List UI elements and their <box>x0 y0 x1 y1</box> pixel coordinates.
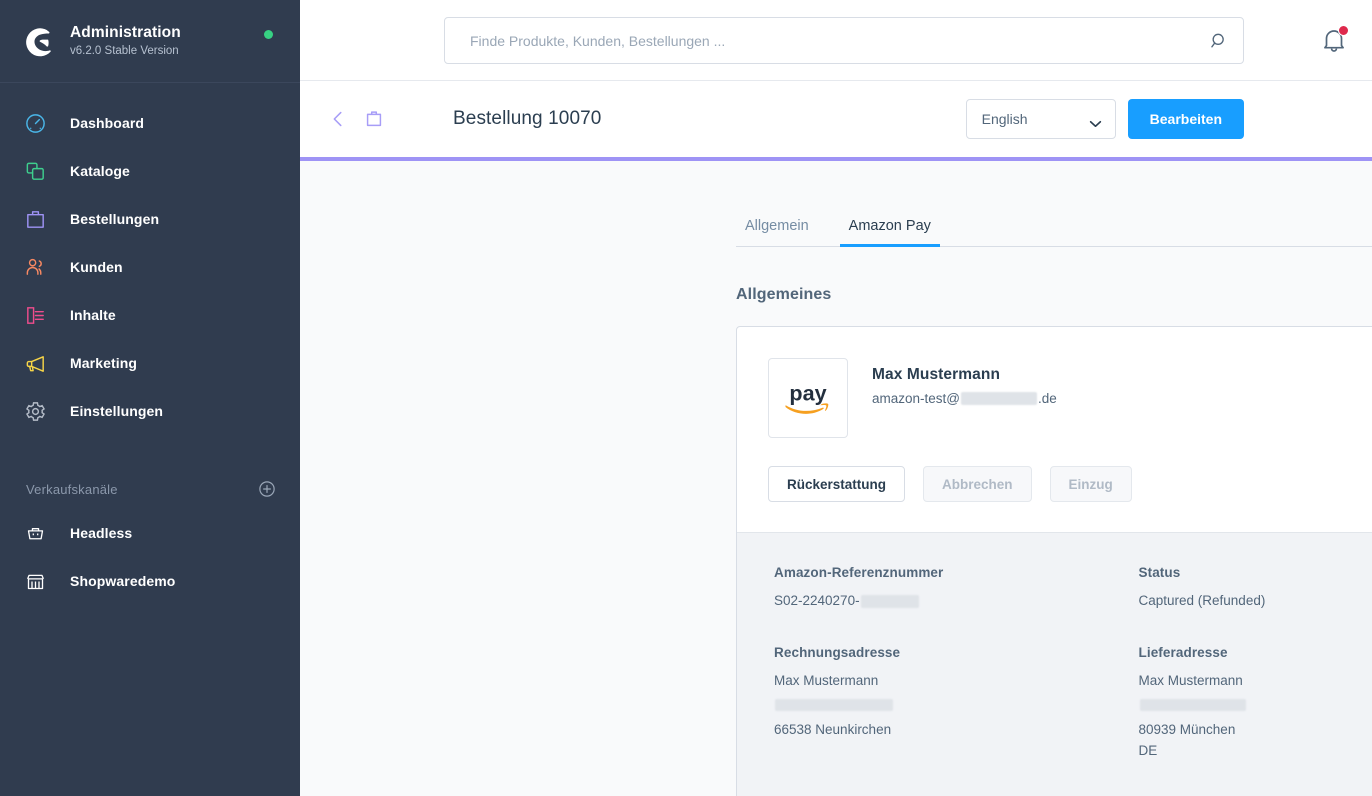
redacted-reference-tail <box>860 594 919 608</box>
shipping-city: 80939 München <box>1138 721 1236 737</box>
orders-bag-icon <box>22 206 48 232</box>
top-bar <box>300 0 1372 81</box>
notification-badge <box>1338 25 1349 36</box>
edit-button[interactable]: Bearbeiten <box>1127 99 1244 139</box>
sidebar-label: Kataloge <box>70 163 130 179</box>
amazon-pay-logo-icon: pay <box>768 358 848 438</box>
sidebar-label: Bestellungen <box>70 211 160 227</box>
sidebar-label: Headless <box>70 525 133 541</box>
payment-actions: Rückerstattung Abbrechen Einzug <box>737 466 1372 532</box>
payment-card: pay Max Mustermann amazon-test@ .de 120,… <box>736 326 1372 796</box>
language-select[interactable]: English <box>965 99 1116 139</box>
sidebar-brand[interactable]: Administration v6.2.0 Stable Version <box>0 0 300 82</box>
sidebar-item-headless[interactable]: Headless <box>0 509 300 557</box>
sidebar-item-marketing[interactable]: Marketing <box>0 339 300 387</box>
detail-shipping-address: Lieferadresse Max Mustermann 80939 Münch… <box>1139 645 1372 762</box>
section-title: Allgemeines <box>736 286 832 303</box>
sidebar-label: Dashboard <box>70 115 145 131</box>
search-box[interactable] <box>444 17 1244 64</box>
reference-label: Amazon-Referenznummer <box>774 565 944 580</box>
sidebar-item-kataloge[interactable]: Kataloge <box>0 147 300 195</box>
shipping-country: DE <box>1138 742 1158 758</box>
sales-channels-group-header: Verkaufskanäle <box>0 469 300 509</box>
page-title: Bestellung 10070 <box>453 108 602 129</box>
shipping-label: Lieferadresse <box>1138 644 1228 660</box>
chevron-down-icon <box>1089 115 1102 128</box>
redacted-email-domain <box>961 392 1037 405</box>
settings-gear-icon <box>22 398 48 424</box>
tab-bar: Allgemein Amazon Pay <box>736 201 1372 247</box>
content-pages-icon <box>22 302 48 328</box>
dashboard-gauge-icon <box>22 110 48 136</box>
search-input[interactable] <box>470 32 1209 49</box>
cancel-button: Abbrechen <box>923 466 1032 502</box>
chevron-left-icon[interactable] <box>327 108 349 130</box>
refund-button[interactable]: Rückerstattung <box>768 466 906 502</box>
customer-name: Max Mustermann <box>872 366 1001 383</box>
redacted-billing-street <box>774 692 1139 713</box>
billing-label: Rechnungsadresse <box>774 644 901 660</box>
billing-value: Max Mustermann 66538 Neunkirchen <box>774 671 1139 741</box>
sidebar-label: Marketing <box>70 355 138 371</box>
email-prefix: amazon-test@ <box>872 391 960 406</box>
sidebar-label: Einstellungen <box>70 403 164 419</box>
shopware-logo-icon <box>22 24 56 58</box>
main-area: Bestellung 10070 English Bearbeiten Allg… <box>300 0 1372 796</box>
sidebar-nav: Dashboard Kataloge Bestellungen Kunden I… <box>0 83 300 605</box>
sidebar-item-dashboard[interactable]: Dashboard <box>0 99 300 147</box>
reference-number: S02-2240270- <box>774 593 860 608</box>
language-select-value: English <box>981 111 1028 127</box>
sidebar-item-kunden[interactable]: Kunden <box>0 243 300 291</box>
content-area: Allgemein Amazon Pay Allgemeines pay Max… <box>300 161 1372 796</box>
storefront-icon <box>22 568 48 594</box>
basket-icon <box>22 520 48 546</box>
order-bag-icon[interactable] <box>363 108 385 130</box>
sales-channels-title: Verkaufskanäle <box>26 481 118 497</box>
shipping-name: Max Mustermann <box>1138 672 1243 688</box>
status-label: Status <box>1138 565 1181 580</box>
status-dot <box>264 30 273 39</box>
status-value: Captured (Refunded) <box>1138 593 1266 608</box>
reference-value: S02-2240270- <box>774 591 1139 612</box>
sidebar-item-shopwaredemo[interactable]: Shopwaredemo <box>0 557 300 605</box>
sidebar-label: Shopwaredemo <box>70 573 176 589</box>
capture-button: Einzug <box>1049 466 1132 502</box>
page-actions: English Bearbeiten <box>965 99 1244 139</box>
notifications-button[interactable] <box>1320 25 1350 57</box>
sidebar-label: Kunden <box>70 259 123 275</box>
shipping-value: Max Mustermann 80939 München DE <box>1139 671 1372 762</box>
detail-status: Status Captured (Refunded) <box>1139 565 1372 612</box>
sidebar-brand-title: Administration <box>70 24 181 42</box>
tab-allgemein[interactable]: Allgemein <box>736 218 818 248</box>
payment-details: Amazon-Referenznummer S02-2240270- Statu… <box>737 532 1372 796</box>
search-icon[interactable] <box>1209 31 1229 51</box>
sidebar-item-bestellungen[interactable]: Bestellungen <box>0 195 300 243</box>
sidebar: Administration v6.2.0 Stable Version Das… <box>0 0 300 796</box>
billing-name: Max Mustermann <box>774 672 879 688</box>
sidebar-item-einstellungen[interactable]: Einstellungen <box>0 387 300 435</box>
plus-circle-icon[interactable] <box>258 480 276 498</box>
svg-text:pay: pay <box>789 380 826 405</box>
billing-city: 66538 Neunkirchen <box>774 721 892 737</box>
catalog-squares-icon <box>22 158 48 184</box>
sidebar-item-inhalte[interactable]: Inhalte <box>0 291 300 339</box>
marketing-megaphone-icon <box>22 350 48 376</box>
redacted-shipping-street <box>1139 692 1372 713</box>
email-suffix: .de <box>1038 391 1057 406</box>
tab-amazon-pay[interactable]: Amazon Pay <box>839 218 940 247</box>
page-title-bar: Bestellung 10070 English Bearbeiten <box>300 81 1372 157</box>
sidebar-label: Inhalte <box>70 307 116 323</box>
payment-card-top: pay Max Mustermann amazon-test@ .de 120,… <box>737 327 1372 466</box>
global-search <box>444 17 1244 64</box>
customers-users-icon <box>22 254 48 280</box>
detail-billing-address: Rechnungsadresse Max Mustermann 66538 Ne… <box>774 645 1139 762</box>
detail-reference: Amazon-Referenznummer S02-2240270- <box>774 565 1139 612</box>
sidebar-brand-version: v6.2.0 Stable Version <box>70 44 179 57</box>
customer-block: Max Mustermann amazon-test@ .de <box>872 358 1057 438</box>
customer-email: amazon-test@ .de <box>872 391 1057 406</box>
